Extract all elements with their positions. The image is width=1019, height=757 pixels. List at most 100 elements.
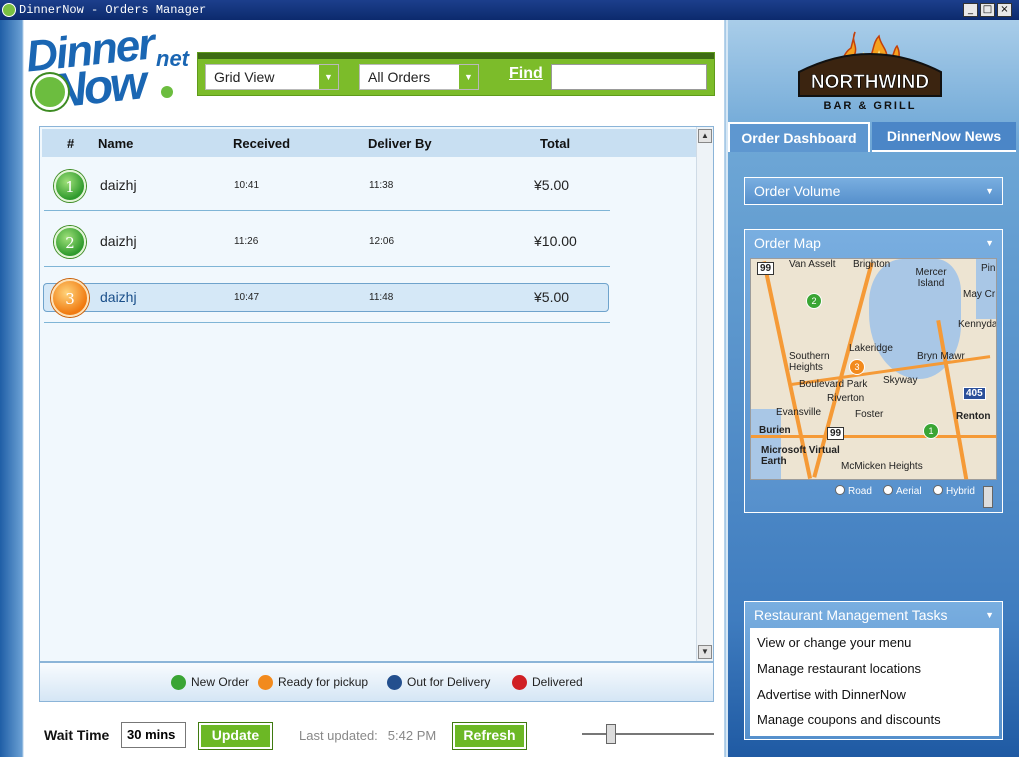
order-volume-title: Order Volume — [754, 183, 841, 199]
task-link-advertise[interactable]: Advertise with DinnerNow — [757, 687, 906, 702]
tab-order-dashboard[interactable]: Order Dashboard — [728, 122, 870, 152]
zoom-slider-thumb[interactable] — [606, 724, 616, 744]
map-mode-label: Road — [848, 486, 872, 497]
tasks-header[interactable]: Restaurant Management Tasks ▼ — [745, 602, 1002, 628]
table-row[interactable]: 1 daizhj 10:41 11:38 ¥5.00 — [44, 161, 610, 211]
view-select[interactable]: Grid View ▼ — [205, 64, 339, 90]
minimize-button[interactable]: _ — [963, 3, 978, 17]
highway-shield: 99 — [827, 427, 845, 440]
map-label: Lakeridge — [849, 343, 893, 354]
chevron-down-icon[interactable]: ▼ — [985, 230, 994, 256]
map-label: Brighton — [853, 259, 891, 270]
app-icon — [2, 3, 16, 17]
order-name: daizhj — [100, 177, 137, 193]
map-handle[interactable] — [983, 486, 993, 508]
map-label: Foster — [855, 409, 884, 420]
tasks-panel: Restaurant Management Tasks ▼ View or cha… — [744, 601, 1003, 740]
grid-scrollbar[interactable]: ▲ ▼ — [696, 127, 713, 661]
order-total: ¥10.00 — [534, 233, 577, 249]
toolbar-top-strip — [198, 53, 714, 59]
find-input[interactable] — [551, 64, 707, 90]
find-label[interactable]: Find — [509, 65, 543, 83]
map-pin-3[interactable]: 3 — [849, 359, 865, 375]
map-label: Burien — [759, 425, 791, 436]
map-label: Kennydale — [958, 319, 997, 330]
legend-new-order: New Order — [171, 675, 249, 690]
col-deliver-by[interactable]: Deliver By — [368, 136, 432, 151]
map-mode-road[interactable]: Road — [835, 485, 872, 497]
chevron-down-icon[interactable]: ▼ — [318, 65, 338, 89]
map-label: Microsoft Virtual Earth — [761, 445, 840, 467]
chevron-down-icon[interactable]: ▼ — [458, 65, 478, 89]
order-received: 11:26 — [234, 236, 259, 247]
order-name: daizhj — [100, 233, 137, 249]
order-deliver-by: 11:48 — [369, 292, 394, 303]
radio-icon[interactable] — [835, 485, 845, 495]
map-mode-hybrid[interactable]: Hybrid — [933, 485, 975, 497]
wait-time-input[interactable]: 30 mins — [121, 722, 186, 748]
tasks-title: Restaurant Management Tasks — [754, 607, 948, 623]
col-number[interactable]: # — [67, 136, 74, 151]
last-updated: Last updated: 5:42 PM — [299, 728, 436, 743]
radio-icon[interactable] — [933, 485, 943, 495]
interstate-shield: 405 — [963, 387, 986, 400]
table-row[interactable]: 2 daizhj 11:26 12:06 ¥10.00 — [44, 217, 610, 267]
toolbar: Grid View ▼ All Orders ▼ Find — [197, 52, 715, 96]
brand-subtitle: BAR & GRILL — [824, 100, 917, 112]
grid-header: # Name Received Deliver By Total — [42, 129, 696, 157]
order-map[interactable]: Van Asselt Brighton Mercer Island May Cr… — [750, 258, 997, 480]
map-mode-label: Aerial — [896, 486, 922, 497]
order-deliver-by: 11:38 — [369, 180, 394, 191]
status-badge: 3 — [51, 279, 89, 317]
task-link-menu[interactable]: View or change your menu — [757, 635, 911, 650]
map-mode-aerial[interactable]: Aerial — [883, 485, 922, 497]
chevron-down-icon[interactable]: ▼ — [985, 602, 994, 628]
blue-dot-icon — [387, 675, 402, 690]
red-dot-icon — [512, 675, 527, 690]
scroll-down-icon[interactable]: ▼ — [698, 645, 712, 659]
table-row-selected[interactable]: 3 daizhj 10:47 11:48 ¥5.00 — [43, 279, 609, 317]
col-name[interactable]: Name — [98, 136, 133, 151]
map-pin-1[interactable]: 1 — [923, 423, 939, 439]
scroll-up-icon[interactable]: ▲ — [698, 129, 712, 143]
tasks-list: View or change your menu Manage restaura… — [750, 628, 999, 736]
right-tabs: Order Dashboard DinnerNow News — [728, 122, 1018, 152]
map-label: Van Asselt — [789, 259, 836, 270]
filter-select[interactable]: All Orders ▼ — [359, 64, 479, 90]
task-link-coupons[interactable]: Manage coupons and discounts — [757, 712, 941, 727]
legend-ready: Ready for pickup — [258, 675, 368, 690]
zoom-slider-track[interactable] — [582, 733, 714, 735]
title-bar: DinnerNow - Orders Manager _ □ × — [0, 0, 1019, 20]
col-total[interactable]: Total — [540, 136, 570, 151]
legend-label: Delivered — [532, 675, 583, 689]
map-pin-2[interactable]: 2 — [806, 293, 822, 309]
update-button[interactable]: Update — [198, 722, 273, 750]
map-label: Bryn Mawr — [917, 351, 965, 362]
map-label: Renton — [956, 411, 991, 422]
last-updated-label: Last updated: — [299, 728, 378, 743]
order-volume-header[interactable]: Order Volume ▼ — [745, 178, 1002, 204]
logo-suffix: net — [156, 46, 189, 71]
order-total: ¥5.00 — [534, 177, 570, 193]
order-name: daizhj — [100, 289, 137, 305]
legend-out-for-delivery: Out for Delivery — [387, 675, 490, 690]
chevron-down-icon[interactable]: ▼ — [985, 178, 994, 204]
row-divider — [44, 322, 610, 323]
col-received[interactable]: Received — [233, 136, 290, 151]
close-button[interactable]: × — [997, 3, 1012, 17]
logo-dot — [161, 86, 173, 98]
tab-dinnernow-news[interactable]: DinnerNow News — [872, 122, 1016, 152]
radio-icon[interactable] — [883, 485, 893, 495]
dinnernow-logo: Dinner Now net — [18, 19, 198, 118]
task-link-locations[interactable]: Manage restaurant locations — [757, 661, 921, 676]
order-map-header[interactable]: Order Map ▼ — [745, 230, 1002, 256]
fork-icon — [32, 74, 68, 110]
legend-label: New Order — [191, 675, 250, 689]
map-label: Evansville — [776, 407, 822, 418]
filter-select-value: All Orders — [368, 69, 431, 85]
maximize-button[interactable]: □ — [980, 3, 995, 17]
order-volume-panel[interactable]: Order Volume ▼ — [744, 177, 1003, 205]
map-label: May Cr — [963, 289, 996, 300]
refresh-button[interactable]: Refresh — [452, 722, 527, 750]
order-received: 10:41 — [234, 180, 260, 191]
